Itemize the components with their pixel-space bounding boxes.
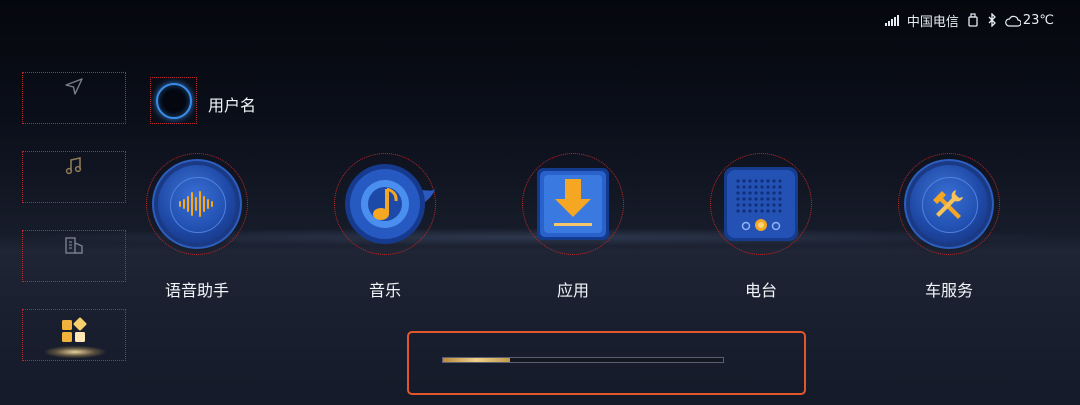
app-label: 语音助手: [164, 281, 229, 300]
app-label: 音乐: [368, 281, 401, 300]
app-music[interactable]: 音乐: [334, 153, 438, 303]
tools-icon: [904, 159, 994, 249]
voice-wave-icon: [152, 159, 242, 249]
app-label: 应用: [556, 281, 589, 300]
signal-icon: [884, 14, 899, 26]
avatar: [155, 82, 192, 119]
usb-icon: [967, 13, 979, 27]
page-progress-fill: [443, 358, 511, 362]
app-applications[interactable]: 应用: [522, 153, 626, 303]
building-icon: [64, 235, 84, 259]
sidebar-item-navigation[interactable]: [22, 72, 126, 124]
sidebar-item-building[interactable]: [22, 230, 126, 282]
app-label: 电台: [744, 281, 777, 300]
app-grid-icon: [60, 317, 88, 349]
temperature: 23℃: [1022, 12, 1054, 28]
status-bar: 中国电信 23℃: [884, 10, 1054, 30]
app-label: 车服务: [924, 281, 973, 300]
cloudy-weather-icon: [1004, 14, 1021, 27]
carrier-name: 中国电信: [906, 14, 959, 30]
sidebar-item-apps[interactable]: [22, 309, 126, 361]
page-indicator-focus[interactable]: [407, 331, 806, 395]
app-voice-assistant[interactable]: 语音助手: [146, 153, 250, 303]
music-note-icon: [340, 159, 436, 249]
radio-icon: [716, 159, 806, 249]
avatar-button[interactable]: [150, 77, 197, 124]
music-note-icon: [64, 156, 84, 180]
page-progress-bar[interactable]: [442, 357, 724, 363]
navigation-arrow-icon: [64, 77, 84, 99]
bluetooth-icon: [987, 13, 997, 27]
app-radio[interactable]: 电台: [710, 153, 814, 303]
username[interactable]: 用户名: [208, 92, 256, 116]
app-car-service[interactable]: 车服务: [898, 153, 1002, 303]
download-icon: [528, 159, 618, 249]
sidebar-item-music[interactable]: [22, 151, 126, 203]
